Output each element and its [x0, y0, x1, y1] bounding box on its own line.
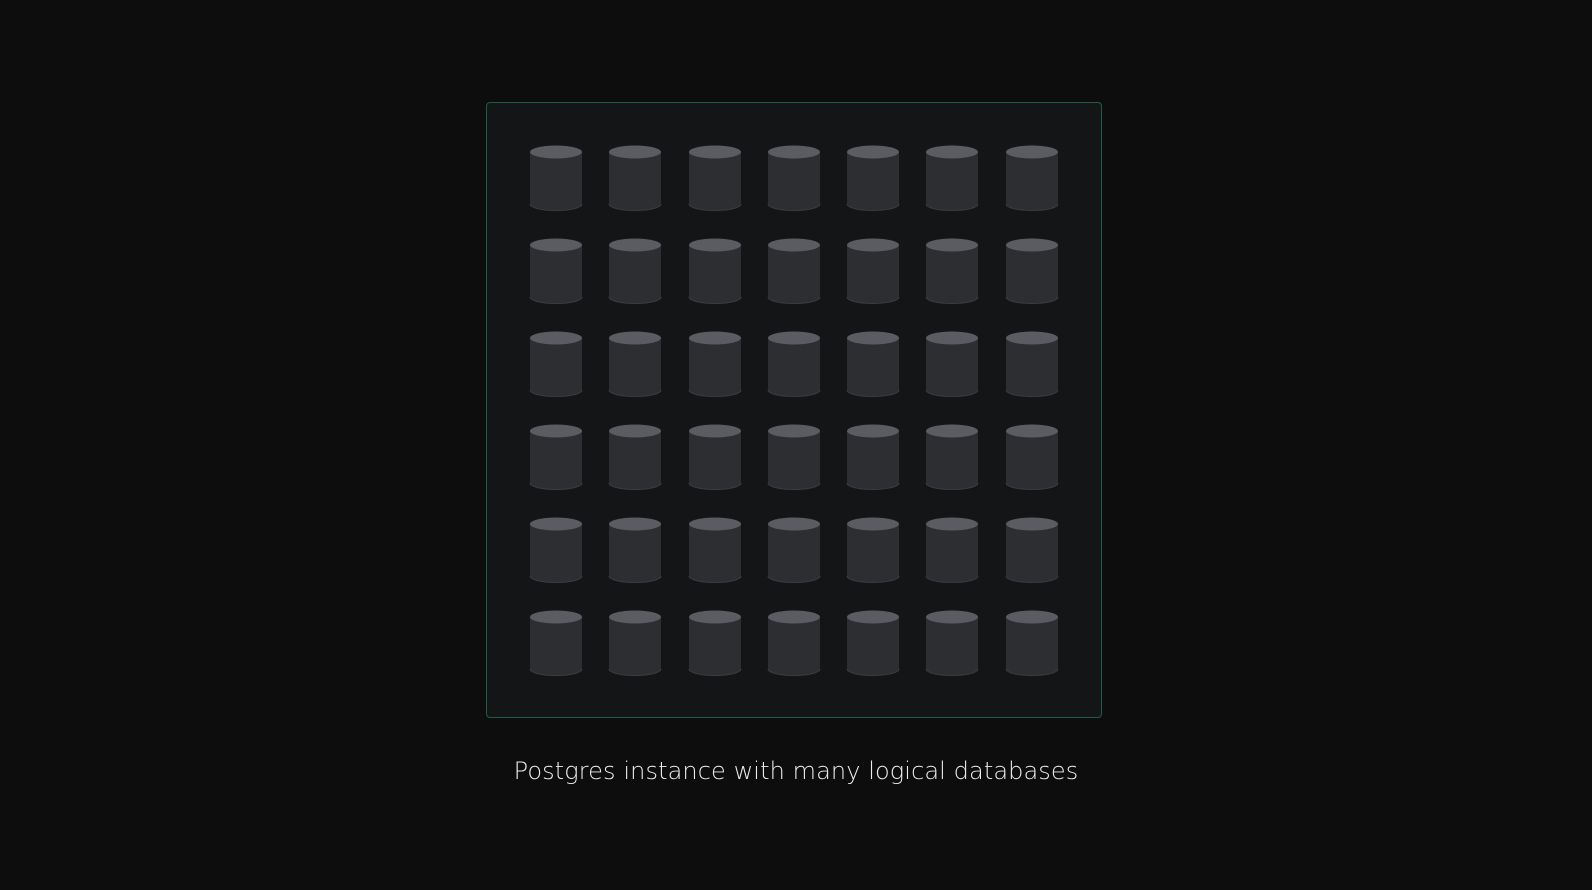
database-cylinder-icon [529, 424, 583, 490]
database-cylinder-icon [1005, 610, 1059, 676]
database-cylinder-icon [767, 610, 821, 676]
database-cylinder-icon [608, 610, 662, 676]
database-cylinder-icon [608, 145, 662, 211]
database-cylinder-icon [767, 424, 821, 490]
database-cylinder-icon [608, 517, 662, 583]
database-cylinder-icon [1005, 517, 1059, 583]
database-cylinder-icon [688, 610, 742, 676]
database-cylinder-icon [529, 331, 583, 397]
database-cylinder-icon [767, 331, 821, 397]
database-cylinder-icon [767, 238, 821, 304]
database-cylinder-icon [846, 238, 900, 304]
database-cylinder-icon [846, 424, 900, 490]
database-cylinder-icon [529, 517, 583, 583]
database-cylinder-icon [846, 331, 900, 397]
database-cylinder-icon [608, 238, 662, 304]
database-cylinder-icon [608, 424, 662, 490]
database-cylinder-icon [529, 610, 583, 676]
database-cylinder-icon [925, 424, 979, 490]
database-cylinder-icon [529, 238, 583, 304]
database-cylinder-icon [1005, 238, 1059, 304]
database-cylinder-icon [1005, 145, 1059, 211]
database-cylinder-icon [925, 331, 979, 397]
database-cylinder-icon [846, 610, 900, 676]
database-cylinder-icon [925, 517, 979, 583]
diagram-caption: Postgres instance with many logical data… [513, 757, 1079, 785]
postgres-instance-box [486, 102, 1102, 718]
database-cylinder-icon [846, 517, 900, 583]
database-cylinder-icon [608, 331, 662, 397]
database-cylinder-icon [925, 145, 979, 211]
database-cylinder-icon [529, 145, 583, 211]
database-cylinder-icon [925, 238, 979, 304]
database-cylinder-icon [688, 331, 742, 397]
database-cylinder-icon [688, 517, 742, 583]
database-cylinder-icon [1005, 424, 1059, 490]
database-cylinder-icon [925, 610, 979, 676]
database-cylinder-icon [688, 145, 742, 211]
database-cylinder-icon [688, 424, 742, 490]
logical-database-grid [529, 145, 1059, 676]
database-cylinder-icon [1005, 331, 1059, 397]
database-cylinder-icon [767, 145, 821, 211]
database-cylinder-icon [688, 238, 742, 304]
database-cylinder-icon [767, 517, 821, 583]
diagram-canvas: Postgres instance with many logical data… [0, 0, 1592, 890]
database-cylinder-icon [846, 145, 900, 211]
